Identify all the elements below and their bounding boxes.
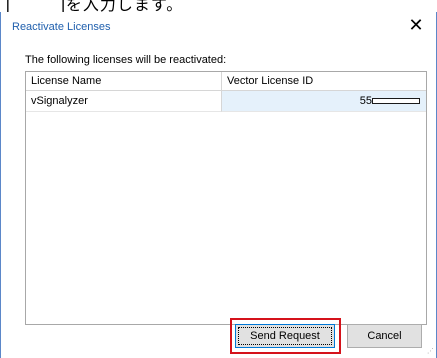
- cancel-button[interactable]: Cancel: [347, 324, 422, 348]
- reactivation-progress-bar: [372, 98, 420, 104]
- reactivate-licenses-dialog: Reactivate Licenses ✕ The following lice…: [0, 12, 437, 358]
- vector-license-id-value: 55: [359, 95, 372, 107]
- license-name-cell[interactable]: vSignalyzer: [26, 91, 222, 112]
- licenses-table: License Name Vector License ID vSignalyz…: [25, 71, 427, 325]
- send-request-button[interactable]: Send Request: [235, 324, 335, 348]
- column-header-vector-license-id[interactable]: Vector License ID: [222, 72, 426, 90]
- table-header: License Name Vector License ID: [26, 72, 426, 91]
- focus-rectangle: [238, 327, 332, 345]
- intro-text: The following licenses will be reactivat…: [25, 54, 227, 66]
- column-header-license-name[interactable]: License Name: [26, 72, 222, 90]
- close-icon[interactable]: ✕: [406, 16, 426, 36]
- vector-license-id-cell[interactable]: 55: [222, 91, 426, 112]
- table-row[interactable]: vSignalyzer 55: [26, 91, 426, 112]
- resize-grip-icon[interactable]: ⋰: [426, 348, 434, 356]
- dialog-titlebar: Reactivate Licenses ✕: [1, 12, 436, 42]
- dialog-title: Reactivate Licenses: [12, 21, 111, 33]
